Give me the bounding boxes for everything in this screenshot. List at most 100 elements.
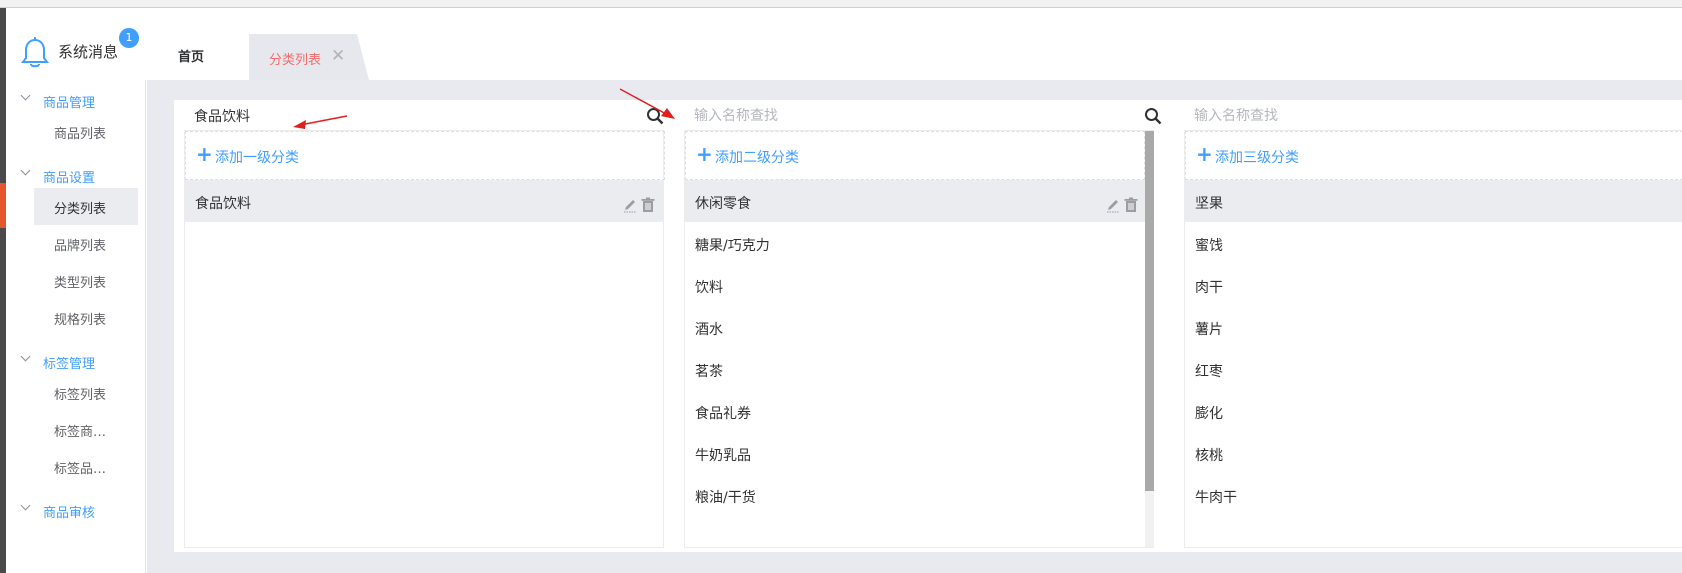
- close-icon[interactable]: ✕: [331, 46, 345, 66]
- add-level3-label: 添加三级分类: [1215, 150, 1299, 166]
- sidebar-item-brand-list[interactable]: 品牌列表: [34, 225, 138, 262]
- sidebar-group-label: 商品管理: [43, 96, 96, 111]
- list-item-label: 糖果/巧克力: [695, 238, 770, 254]
- category-card: + 添加一级分类 食品饮料: [174, 100, 1682, 552]
- sidebar-item-label: 规格列表: [54, 313, 107, 328]
- list-item[interactable]: 薯片: [1185, 306, 1682, 348]
- sidebar-item-label: 商品列表: [54, 127, 107, 142]
- sidebar-item-spec-list[interactable]: 规格列表: [34, 299, 138, 336]
- list-item-label: 肉干: [1195, 280, 1223, 296]
- sidebar-group-label: 商品设置: [43, 171, 96, 186]
- level2-column: + 添加二级分类 休闲零食: [684, 100, 1164, 552]
- sidebar-item-label: 标签列表: [54, 388, 107, 403]
- list-item-label: 坚果: [1195, 196, 1223, 212]
- list-item[interactable]: 蜜饯: [1185, 222, 1682, 264]
- top-header: 1 系统消息 首页 分类列表 ✕: [6, 8, 1682, 80]
- list-item[interactable]: 酒水: [685, 306, 1145, 348]
- sidebar-group-product-settings[interactable]: 商品设置: [6, 160, 146, 190]
- list-item[interactable]: 食品礼券: [685, 390, 1145, 432]
- tab-category-list[interactable]: 分类列表 ✕: [249, 34, 369, 80]
- level3-search-input[interactable]: [1194, 103, 1614, 129]
- chevron-down-icon: [20, 165, 31, 176]
- sidebar-item-type-list[interactable]: 类型列表: [34, 262, 138, 299]
- browser-bookmark-bar: [0, 0, 1682, 8]
- list-item[interactable]: 饮料: [685, 264, 1145, 306]
- sidebar-group-label: 商品审核: [43, 506, 96, 521]
- add-level1-label: 添加一级分类: [215, 150, 299, 166]
- row-actions: [1107, 197, 1138, 213]
- search-icon[interactable]: [1144, 107, 1162, 125]
- sidebar-group-tag-management[interactable]: 标签管理: [6, 346, 146, 376]
- sidebar-item-tag-products[interactable]: 标签商…: [34, 411, 138, 448]
- list-item-label: 牛奶乳品: [695, 448, 751, 464]
- sidebar-group-product-review[interactable]: 商品审核: [6, 495, 146, 525]
- main-content: + 添加一级分类 食品饮料: [147, 80, 1682, 573]
- notification-badge: 1: [119, 28, 139, 48]
- list-item-label: 膨化: [1195, 406, 1223, 422]
- plus-icon: +: [1196, 142, 1213, 166]
- level2-search: [694, 100, 1174, 130]
- notification-label[interactable]: 系统消息: [58, 41, 118, 62]
- trash-icon[interactable]: [641, 197, 655, 213]
- sidebar-item-label: 类型列表: [54, 276, 107, 291]
- list-item-label: 休闲零食: [695, 196, 751, 212]
- tab-category-list-label: 分类列表: [269, 53, 322, 68]
- sidebar-group-product-management[interactable]: 商品管理: [6, 85, 146, 115]
- level2-search-input[interactable]: [694, 103, 1114, 129]
- sidebar-item-product-list[interactable]: 商品列表: [34, 113, 138, 150]
- level1-search-input[interactable]: [194, 103, 614, 129]
- list-item[interactable]: 休闲零食: [685, 180, 1145, 222]
- list-item-label: 核桃: [1195, 448, 1223, 464]
- bell-icon[interactable]: [20, 36, 50, 70]
- list-item[interactable]: 核桃: [1185, 432, 1682, 474]
- list-item-label: 酒水: [695, 322, 723, 338]
- list-item[interactable]: 食品饮料: [185, 180, 663, 222]
- list-item[interactable]: 红枣: [1185, 348, 1682, 390]
- list-item[interactable]: 牛肉干: [1185, 474, 1682, 516]
- list-item[interactable]: 糖果/巧克力: [685, 222, 1145, 264]
- scrollbar-thumb[interactable]: [1145, 131, 1154, 491]
- sidebar-item-category-list[interactable]: 分类列表: [34, 188, 138, 225]
- add-level3-button[interactable]: + 添加三级分类: [1185, 131, 1682, 180]
- chevron-down-icon: [20, 351, 31, 362]
- list-item[interactable]: 茗茶: [685, 348, 1145, 390]
- list-item-label: 红枣: [1195, 364, 1223, 380]
- search-icon[interactable]: [646, 107, 664, 125]
- sidebar-item-tag-list[interactable]: 标签列表: [34, 374, 138, 411]
- sidebar-item-tag-brands[interactable]: 标签品…: [34, 448, 138, 485]
- sidebar-item-label: 分类列表: [54, 202, 107, 217]
- list-item-label: 粮油/干货: [695, 490, 756, 506]
- row-actions: [624, 197, 655, 213]
- chevron-down-icon: [20, 500, 31, 511]
- list-item-label: 食品饮料: [195, 196, 251, 212]
- edit-icon[interactable]: [1107, 200, 1119, 213]
- chevron-down-icon: [20, 90, 31, 101]
- add-level1-button[interactable]: + 添加一级分类: [185, 131, 665, 180]
- list-item[interactable]: 膨化: [1185, 390, 1682, 432]
- sidebar-item-label: 品牌列表: [54, 239, 107, 254]
- list-item[interactable]: 坚果: [1185, 180, 1682, 222]
- list-item-label: 蜜饯: [1195, 238, 1223, 254]
- list-item[interactable]: 肉干: [1185, 264, 1682, 306]
- level1-list-box: + 添加一级分类 食品饮料: [184, 130, 665, 548]
- level2-scrollbar[interactable]: [1145, 131, 1154, 547]
- list-item-label: 食品礼券: [695, 406, 751, 422]
- sidebar-item-label: 标签商…: [54, 425, 107, 440]
- list-item-label: 饮料: [695, 280, 723, 296]
- list-item-label: 薯片: [1195, 322, 1223, 338]
- level3-column: + 添加三级分类 坚果 蜜饯 肉干 薯片 红枣 膨化 核桃 牛肉干: [1184, 100, 1682, 552]
- level3-list-box: + 添加三级分类 坚果 蜜饯 肉干 薯片 红枣 膨化 核桃 牛肉干: [1184, 130, 1682, 548]
- tab-home[interactable]: 首页: [178, 46, 204, 65]
- trash-icon[interactable]: [1124, 197, 1138, 213]
- add-level2-button[interactable]: + 添加二级分类: [685, 131, 1145, 180]
- sidebar: 商品管理 商品列表 商品设置 分类列表 品牌列表 类型列表 规格列表 标签管理 …: [6, 80, 146, 573]
- sidebar-group-label: 标签管理: [43, 357, 96, 372]
- add-level2-label: 添加二级分类: [715, 150, 799, 166]
- list-item[interactable]: 牛奶乳品: [685, 432, 1145, 474]
- edit-icon[interactable]: [624, 200, 636, 213]
- list-item-label: 茗茶: [695, 364, 723, 380]
- list-item[interactable]: 粮油/干货: [685, 474, 1145, 516]
- level3-search: [1194, 100, 1682, 130]
- level2-list-box: + 添加二级分类 休闲零食 糖果/巧克力 饮料 酒水 茗茶 食品礼券 牛奶乳品 …: [684, 130, 1154, 548]
- level1-search: [194, 100, 674, 130]
